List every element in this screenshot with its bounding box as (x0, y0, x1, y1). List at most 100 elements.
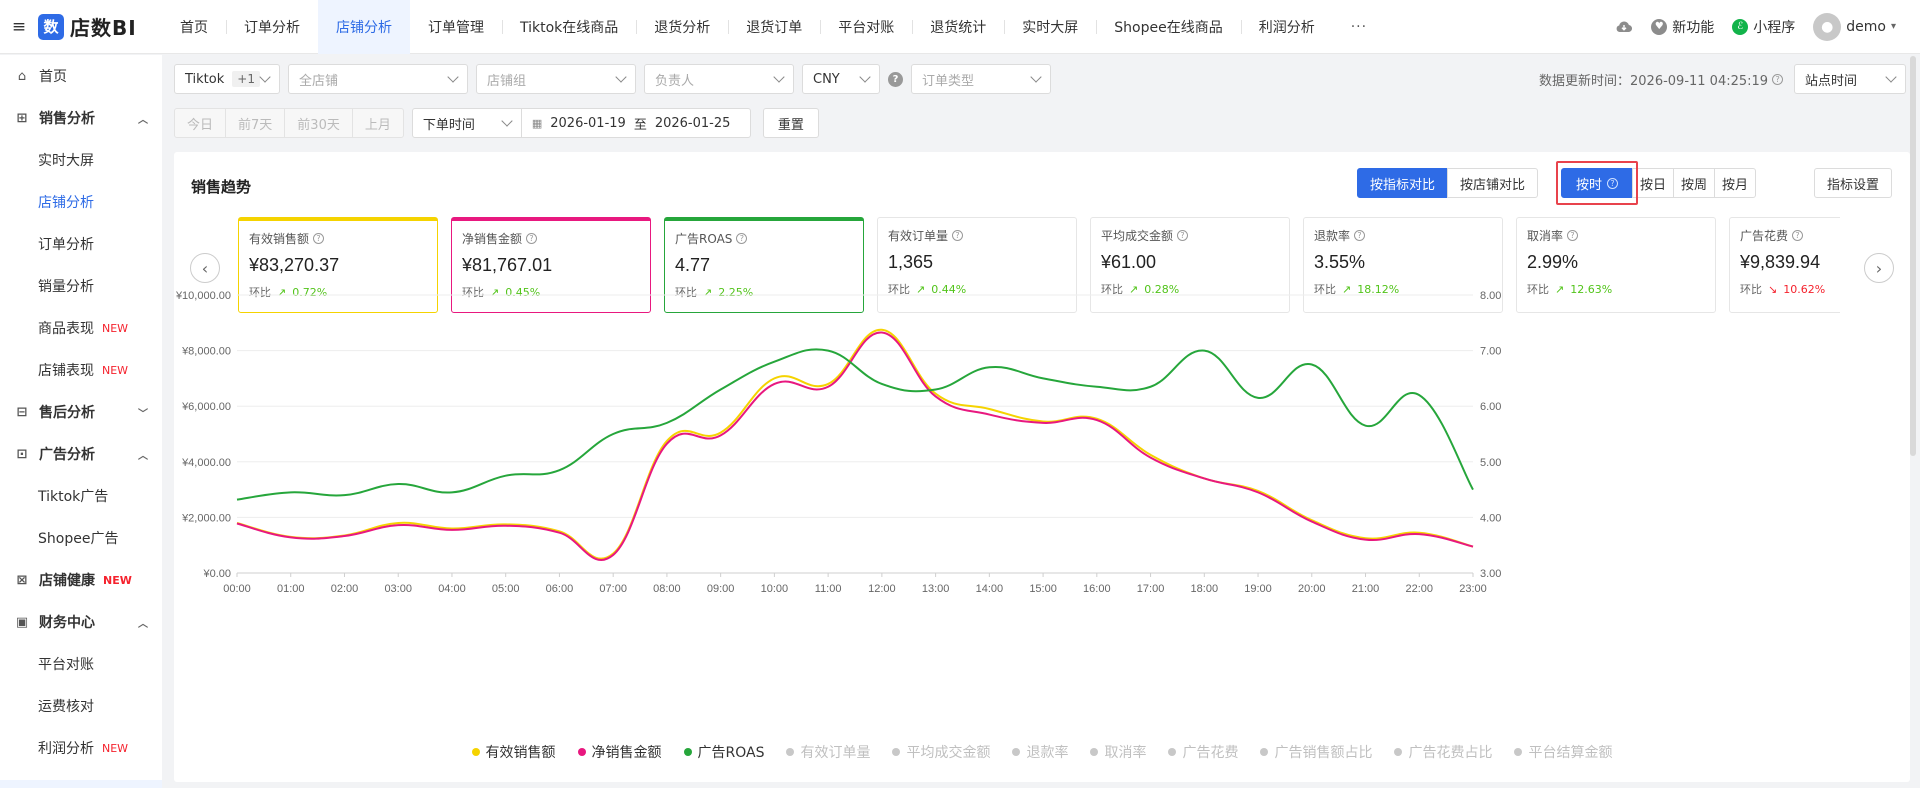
page-scrollbar[interactable] (1910, 56, 1916, 456)
legend-item[interactable]: 平均成交金额 (892, 742, 990, 762)
legend-item[interactable]: 平台结算金额 (1514, 742, 1612, 762)
date-range-picker[interactable]: ▦ 2026-01-19 至 2026-01-25 (520, 108, 751, 138)
sidebar-item-label: 销量分析 (38, 279, 94, 295)
sidebar-item-label: Tiktok广告 (38, 489, 109, 505)
user-name: demo (1846, 18, 1886, 35)
timezone-value: 站点时间 (1805, 73, 1858, 89)
sidebar-group[interactable]: ▣ 财务中心 ︿ (0, 601, 162, 643)
legend-dot (683, 748, 692, 756)
nav-tab[interactable]: 退货订单 (728, 0, 820, 54)
shop-group-select[interactable]: 店铺组 (476, 64, 636, 94)
sidebar-item-label: 售后分析 (39, 405, 95, 421)
order-type-select[interactable]: 订单类型 (911, 64, 1051, 94)
sidebar-item-label: 首页 (39, 69, 67, 85)
new-feature-link[interactable]: ♥ 新功能 (1651, 17, 1714, 37)
chevron-up-icon: ︿ (138, 618, 148, 630)
sidebar-group[interactable]: ⊡ 广告分析 ︿ (0, 433, 162, 475)
legend-dot (1514, 748, 1523, 756)
top-navbar: ≡ 数 店数BI 首页 订单分析 店铺分析 订单管理 Tiktok在线商品 退货分析 退货订… (0, 0, 1920, 54)
sidebar-item-label: 店铺健康 (39, 573, 95, 589)
more-icon[interactable]: ··· (1333, 19, 1385, 35)
nav-tab[interactable]: 首页 (162, 0, 226, 54)
x-tick-label: 03:00 (384, 583, 412, 595)
legend-dot (786, 748, 795, 756)
data-update-info: 数据更新时间：2026-09-11 04:25:19 ? (1539, 64, 1784, 94)
legend-item[interactable]: 退款率 (1012, 742, 1068, 762)
platform-select[interactable]: Tiktok +1 (174, 64, 280, 94)
sidebar-group[interactable]: ⊠ 店铺健康 NEW (0, 559, 162, 601)
legend-item[interactable]: 净销售金额 (577, 742, 662, 762)
reset-button[interactable]: 重置 (762, 108, 819, 138)
chevron-down-icon (259, 71, 271, 83)
user-menu[interactable]: ● demo ▾ (1813, 12, 1896, 41)
legend-item[interactable]: 广告销售额占比 (1260, 742, 1372, 762)
legend-item[interactable]: 广告花费 (1168, 742, 1238, 762)
series-line-1 (236, 328, 1474, 560)
calendar-icon: ▦ (531, 116, 543, 130)
menu-toggle-icon[interactable]: ≡ (0, 0, 38, 54)
question-icon[interactable]: ? (1772, 73, 1784, 85)
legend-label: 广告ROAS (697, 745, 765, 761)
sidebar-subitem[interactable]: 店铺分析 (0, 181, 162, 223)
sidebar-subitem[interactable]: 订单分析 (0, 223, 162, 265)
chevron-up-icon: ︿ (138, 114, 148, 126)
sidebar-group[interactable]: ⊟ 售后分析 ﹀ (0, 391, 162, 433)
mini-program-link[interactable]: ℰ 小程序 (1732, 17, 1795, 37)
nav-tab[interactable]: 平台对账 (820, 0, 912, 54)
sidebar-group[interactable]: ⊞ 销售分析 ︿ (0, 97, 162, 139)
currency-select[interactable]: CNY (802, 64, 880, 94)
sidebar-item-label: 利润分析 (38, 741, 94, 757)
new-feature-label: 新功能 (1672, 19, 1715, 36)
sidebar-subitem[interactable]: 店铺表现 NEW (0, 349, 162, 391)
chevron-down-icon (447, 71, 459, 83)
nav-tab[interactable]: Shopee在线商品 (1096, 0, 1240, 54)
time-field-value: 下单时间 (422, 117, 475, 133)
heart-icon: ♥ (1651, 18, 1668, 35)
quick-range-button[interactable]: 上月 (351, 108, 404, 138)
after-sale-icon: ⊟ (16, 404, 28, 420)
legend-label: 退款率 (1026, 745, 1069, 761)
nav-tab[interactable]: 退货分析 (636, 0, 728, 54)
legend-item[interactable]: 广告ROAS (683, 742, 765, 762)
nav-tab[interactable]: 退货统计 (912, 0, 1004, 54)
sidebar-subitem[interactable]: 平台对账 (0, 643, 162, 685)
sidebar-subitem[interactable]: 利润分析 NEW (0, 727, 162, 769)
mini-program-icon: ℰ (1732, 18, 1749, 35)
legend-label: 取消率 (1104, 745, 1147, 761)
sidebar-item-label: 运费核对 (38, 699, 94, 715)
quick-range-button[interactable]: 前7天 (225, 108, 286, 138)
nav-tab[interactable]: 店铺分析 (318, 0, 410, 54)
quick-range-button[interactable]: 前30天 (284, 108, 353, 138)
download-cloud-icon[interactable] (1615, 19, 1633, 35)
help-icon[interactable]: ? (888, 71, 903, 87)
sidebar-subitem[interactable]: 销量分析 (0, 265, 162, 307)
x-tick-label: 13:00 (922, 583, 950, 595)
nav-tab[interactable]: 实时大屏 (1004, 0, 1096, 54)
sidebar-subitem[interactable]: Tiktok广告 (0, 475, 162, 517)
nav-tab[interactable]: Tiktok在线商品 (502, 0, 636, 54)
x-tick-label: 00:00 (223, 583, 251, 595)
legend-item[interactable]: 广告花费占比 (1394, 742, 1492, 762)
nav-tab[interactable]: 订单管理 (410, 0, 502, 54)
legend-dot (577, 748, 586, 756)
sidebar-subitem[interactable]: 商品表现 NEW (0, 307, 162, 349)
owner-select[interactable]: 负责人 (644, 64, 794, 94)
quick-range-button[interactable]: 今日 (174, 108, 227, 138)
sidebar-item-label: 店铺分析 (38, 195, 94, 211)
time-field-select[interactable]: 下单时间 (411, 108, 522, 138)
timezone-select[interactable]: 站点时间 (1794, 64, 1906, 94)
legend-item[interactable]: 有效订单量 (786, 742, 870, 762)
sidebar-subitem[interactable]: 实时大屏 (0, 139, 162, 181)
legend-item[interactable]: 有效销售额 (471, 742, 556, 762)
sidebar-subitem[interactable]: Shopee广告 (0, 517, 162, 559)
sidebar-item-label: Shopee广告 (38, 531, 119, 547)
nav-tab[interactable]: 利润分析 (1240, 0, 1333, 54)
nav-tab[interactable]: 订单分析 (226, 0, 318, 54)
sidebar-item-label: 商品表现 (38, 321, 94, 337)
y-left-tick-label: ¥0.00 (202, 568, 231, 580)
shop-select[interactable]: 全店铺 (288, 64, 468, 94)
sidebar-subitem[interactable]: 运费核对 (0, 685, 162, 727)
app-logo[interactable]: 数 店数BI (38, 12, 162, 41)
sidebar-item[interactable]: ⌂ 首页 (0, 55, 162, 97)
legend-item[interactable]: 取消率 (1090, 742, 1146, 762)
